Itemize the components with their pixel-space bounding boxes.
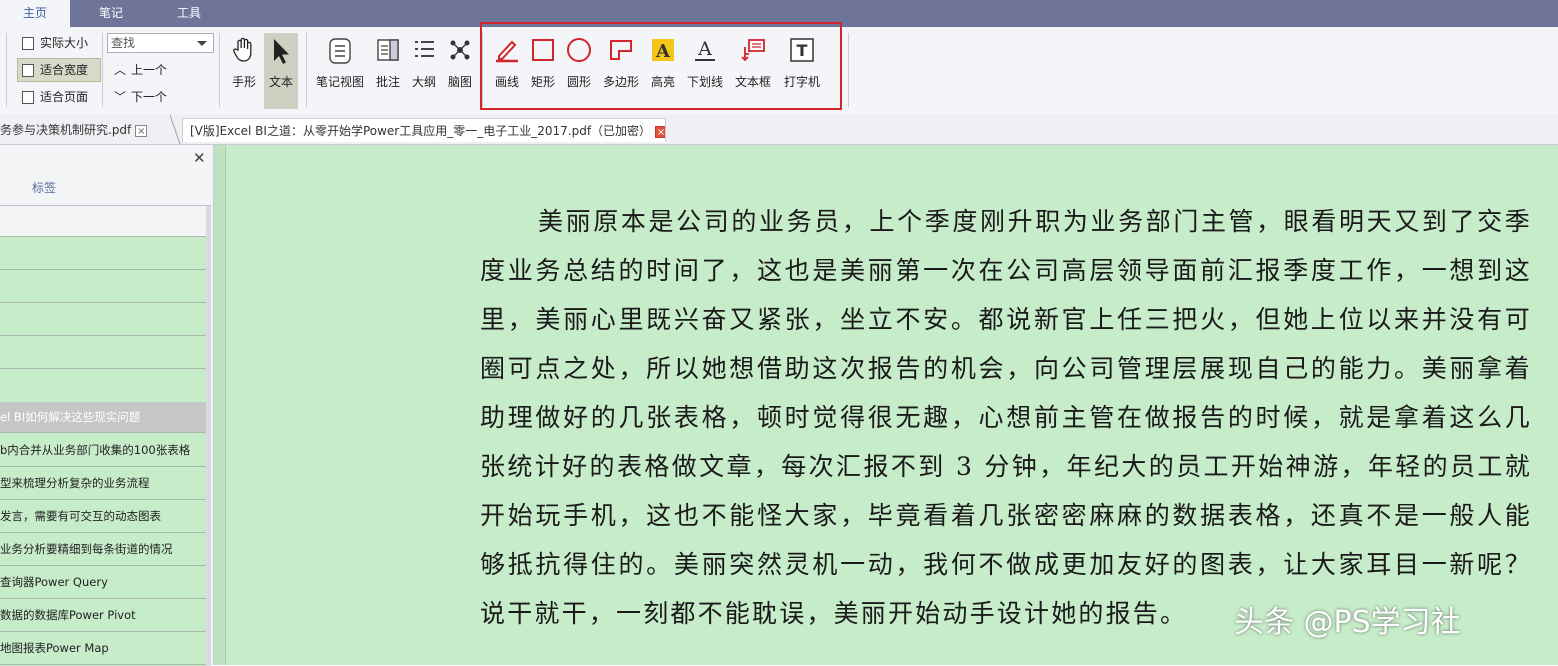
list-item[interactable]: 地图报表Power Map <box>0 632 206 665</box>
actual-size-button[interactable]: 实际大小 <box>22 32 88 54</box>
scrollbar[interactable] <box>206 206 211 666</box>
menu-tab-home[interactable]: 主页 <box>0 0 70 27</box>
chevron-up-icon: ︿ <box>114 63 127 77</box>
separator <box>219 33 220 107</box>
markup-tools-highlight-frame <box>480 22 842 110</box>
list-item[interactable] <box>0 303 206 336</box>
mindmap-icon <box>444 33 476 73</box>
list-item[interactable]: 数据的数据库Power Pivot <box>0 599 206 632</box>
chevron-down-icon[interactable] <box>197 41 207 46</box>
list-item[interactable]: 查询器Power Query <box>0 566 206 599</box>
sidebar-panel: ✕ 标签 el BI如何解决这些现实问题 b内合并从业务部门收集的100张表格 … <box>0 145 214 666</box>
document-tab-bar: 务参与决策机制研究.pdf × [V版]Excel BI之道：从零开始学Power… <box>0 114 1558 145</box>
search-next-button[interactable]: ﹀ 下一个 <box>114 86 167 108</box>
menu-tab-tools[interactable]: 工具 <box>156 0 222 27</box>
list-item[interactable]: 发言，需要有可交互的动态图表 <box>0 500 206 533</box>
list-item[interactable] <box>0 270 206 303</box>
search-input[interactable]: 查找 <box>107 33 214 53</box>
watermark: 头条 @PS学习社 <box>1234 605 1461 640</box>
page-edge <box>214 145 226 665</box>
annotate-button[interactable]: 批注 <box>372 33 404 109</box>
annotate-panel-icon <box>372 33 404 73</box>
list-item[interactable]: b内合并从业务部门收集的100张表格 <box>0 434 206 467</box>
list-item[interactable] <box>0 206 206 237</box>
separator <box>6 33 7 107</box>
hand-tool-button[interactable]: 手形 <box>226 33 262 109</box>
cursor-arrow-icon <box>264 33 298 73</box>
separator <box>848 33 849 107</box>
bookmark-list: el BI如何解决这些现实问题 b内合并从业务部门收集的100张表格 型来梳理分… <box>0 205 211 666</box>
close-icon[interactable]: ✕ <box>193 149 206 167</box>
list-item[interactable]: 型来梳理分析复杂的业务流程 <box>0 467 206 500</box>
search-prev-button[interactable]: ︿ 上一个 <box>114 59 167 81</box>
mindmap-button[interactable]: 脑图 <box>444 33 476 109</box>
close-icon[interactable]: × <box>135 124 148 137</box>
chevron-down-icon: ﹀ <box>114 90 127 104</box>
note-view-icon <box>312 33 368 73</box>
document-tab-active[interactable]: [V版]Excel BI之道：从零开始学Power工具应用_零一_电子工业_20… <box>182 118 666 142</box>
fit-width-button[interactable]: 适合宽度 <box>17 58 101 82</box>
close-icon[interactable]: × <box>655 125 665 138</box>
page-paragraph: 美丽原本是公司的业务员，上个季度刚升职为业务部门主管，眼看明天又到了交季度业务总… <box>480 207 1532 628</box>
separator <box>102 33 103 107</box>
document-viewport[interactable]: 美丽原本是公司的业务员，上个季度刚升职为业务部门主管，眼看明天又到了交季度业务总… <box>214 145 1558 665</box>
page-icon <box>22 37 34 50</box>
hand-icon <box>226 33 262 73</box>
outline-list-icon <box>408 33 440 73</box>
list-item-selected[interactable]: el BI如何解决这些现实问题 <box>0 402 206 433</box>
outline-button[interactable]: 大纲 <box>408 33 440 109</box>
list-item[interactable] <box>0 237 206 270</box>
note-view-button[interactable]: 笔记视图 <box>312 33 368 109</box>
text-tool-button[interactable]: 文本 <box>264 33 298 109</box>
tab-divider <box>169 115 181 144</box>
sidebar-tab-bookmarks[interactable]: 标签 <box>32 179 56 196</box>
separator <box>306 33 307 107</box>
list-item[interactable]: 业务分析要精细到每条街道的情况 <box>0 533 206 566</box>
menu-tab-notes[interactable]: 笔记 <box>78 0 144 27</box>
list-item[interactable] <box>0 336 206 369</box>
document-tab[interactable]: 务参与决策机制研究.pdf × <box>0 118 166 142</box>
page-icon <box>22 91 34 104</box>
fit-width-icon <box>22 64 34 77</box>
fit-page-button[interactable]: 适合页面 <box>22 86 88 108</box>
